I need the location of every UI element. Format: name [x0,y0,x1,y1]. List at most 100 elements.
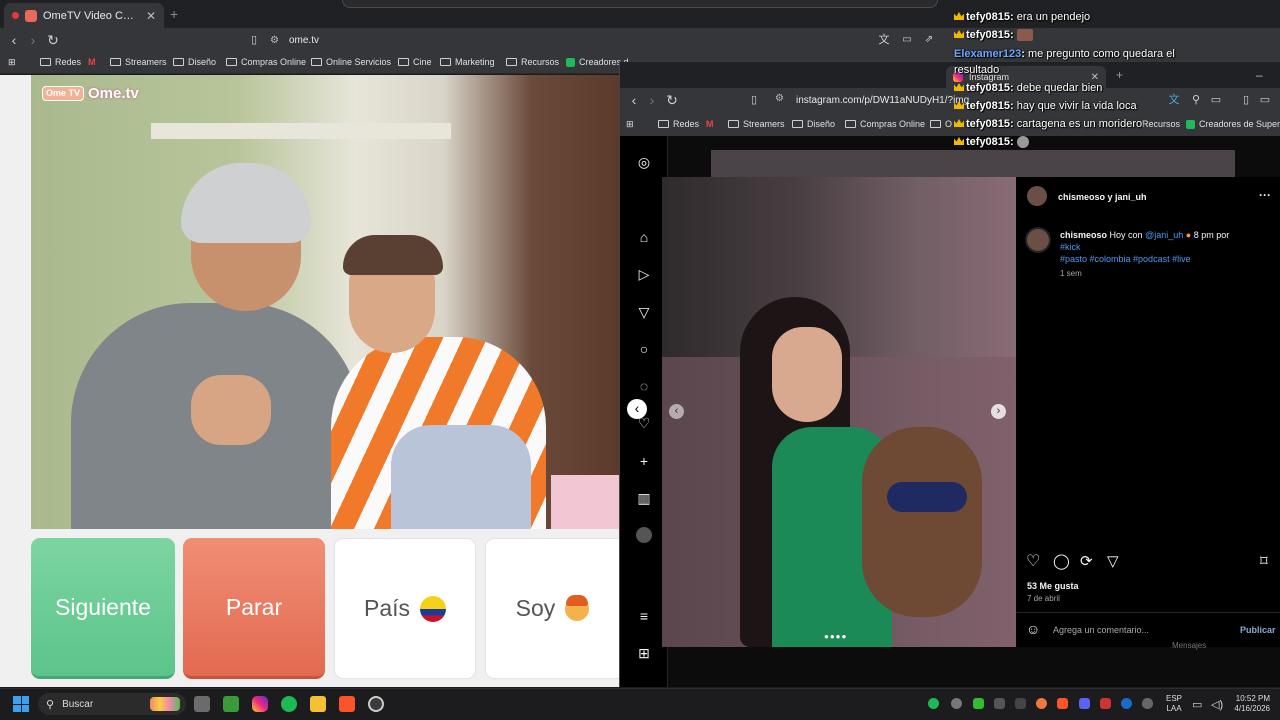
extensions-icon-2[interactable]: ⚲ [1188,92,1204,108]
translate-icon-2[interactable]: 文 [1166,92,1182,108]
country-button[interactable]: País [334,538,476,679]
bookmark-icon[interactable]: ▯ [246,32,262,48]
comment-input[interactable]: Agrega un comentario... [1053,625,1149,635]
instagram-logo-icon[interactable]: ◎ [636,154,652,170]
share-icon[interactable]: ▽ [1107,552,1119,570]
dashboard-icon[interactable]: ▥ [636,490,652,506]
cast-icon-2[interactable]: ▭ [1208,92,1224,108]
back-icon-2[interactable]: ‹ [626,92,642,108]
forward-icon[interactable]: › [25,32,41,48]
site-info-icon-2[interactable]: ⚙ [775,93,784,104]
search-icon[interactable]: ○ [636,341,652,357]
reels-icon[interactable]: ▷ [636,266,652,282]
sidebar-icon-2[interactable]: ▯ [1238,92,1254,108]
bookmark-streamers[interactable]: Streamers [110,57,167,67]
tray-app-icon-3[interactable] [1036,698,1047,709]
messages-button[interactable]: Mensajes [1172,641,1206,650]
tray-app-icon[interactable] [994,698,1005,709]
reload-icon-2[interactable]: ↻ [664,92,680,108]
bookmark-creadores-2[interactable]: Creadores de Super... [1186,119,1280,129]
bookmark-o-2[interactable]: O [930,119,952,129]
caption-avatar[interactable] [1025,227,1051,253]
prev-image-button[interactable]: ‹ [669,404,684,419]
reload-icon[interactable]: ↻ [45,32,61,48]
tray-nvidia-icon[interactable] [973,698,984,709]
taskbar-search[interactable]: ⚲ Buscar [38,693,186,715]
menu-icon[interactable]: ≡ [636,608,652,624]
bookmark-icon-2[interactable]: ▯ [746,92,762,108]
cast-icon[interactable]: ▭ [899,32,915,48]
minecraft-icon[interactable] [223,696,239,712]
tray-edge-icon[interactable] [1121,698,1132,709]
tab-ometv[interactable]: OmeTV Video Chat — Omeg ✕ [4,3,164,28]
bookmark-marketing[interactable]: Marketing [440,57,495,67]
share-icon[interactable]: ⇗ [921,32,937,48]
apps-grid-icon[interactable]: ⊞ [8,57,16,68]
site-info-icon[interactable]: ⚙ [270,35,279,46]
clock[interactable]: 10:52 PM 4/16/2026 [1226,694,1270,714]
apps-grid-icon-2[interactable]: ⊞ [626,119,634,130]
prev-post-button[interactable]: ‹ [627,399,647,419]
tray-app-icon-4[interactable] [1100,698,1111,709]
header-username[interactable]: chismeoso y jani_uh [1058,191,1147,203]
create-icon[interactable]: + [636,453,652,469]
comment-icon[interactable]: ◯ [1053,552,1070,570]
bookmark-recursos-2[interactable]: Recursos [1142,119,1180,129]
address-bar[interactable]: ⚙ ome.tv [270,31,319,50]
tray-mic-icon[interactable] [1142,698,1153,709]
tray-brave-icon[interactable] [1057,698,1068,709]
forward-icon-2[interactable]: › [644,92,660,108]
emoji-picker-icon[interactable]: ☺ [1026,621,1040,637]
bookmark-diseno-2[interactable]: Diseño [792,119,835,129]
wallet-icon-2[interactable]: ▭ [1257,92,1273,108]
bookmark-cine[interactable]: Cine [398,57,432,67]
home-icon[interactable]: ⌂ [636,229,652,245]
save-icon[interactable]: ⌑ [1260,552,1268,570]
caption-username[interactable]: chismeoso [1060,230,1107,240]
direct-icon[interactable]: ▽ [636,304,652,320]
network-icon[interactable]: ▭ [1192,698,1202,711]
new-tab-button-2[interactable]: + [1116,68,1123,82]
stop-button[interactable]: Parar [183,538,325,679]
bookmark-recursos[interactable]: Recursos [506,57,559,67]
bookmark-online-servicios[interactable]: Online Servicios [311,57,391,67]
like-icon[interactable]: ♡ [1026,551,1040,571]
obs-icon[interactable] [368,696,384,712]
bookmark-gmail-2[interactable]: M [706,119,714,129]
minimize-icon[interactable]: – [1256,68,1263,82]
volume-icon[interactable]: ◁) [1211,698,1223,711]
tray-obs-icon[interactable] [951,698,962,709]
tray-discord-icon[interactable] [1079,698,1090,709]
bookmark-compras-2[interactable]: Compras Online [845,119,925,129]
bookmark-redes-2[interactable]: Redes [658,119,699,129]
language-indicator[interactable]: ESP LAA [1166,694,1182,714]
tray-app-icon-2[interactable] [1015,698,1026,709]
tab-close-icon-2[interactable]: ✕ [1091,72,1099,83]
repost-icon[interactable]: ⟳ [1080,552,1093,570]
url-text-2[interactable]: instagram.com/p/DW11aNUDyH1/?img [796,95,969,106]
caption-tags-1[interactable]: #kick [1060,242,1081,252]
brave-icon[interactable] [339,696,355,712]
more-apps-icon[interactable]: ⊞ [636,645,652,661]
file-explorer-icon[interactable] [310,696,326,712]
bookmark-diseno[interactable]: Diseño [173,57,216,67]
next-image-button[interactable]: › [991,404,1006,419]
spotify-icon[interactable] [281,696,297,712]
bookmark-compras[interactable]: Compras Online [226,57,306,67]
next-button[interactable]: Siguiente [31,538,175,679]
publish-button[interactable]: Publicar [1240,625,1276,635]
tab-close-icon[interactable]: ✕ [146,9,156,23]
task-view-icon[interactable] [194,696,210,712]
bookmark-gmail[interactable]: M [88,57,96,67]
caption-mention[interactable]: @jani_uh [1145,230,1183,240]
bookmark-redes[interactable]: Redes [40,57,81,67]
profile-avatar[interactable] [636,527,652,543]
back-icon[interactable]: ‹ [6,32,22,48]
gender-button[interactable]: Soy [485,538,620,679]
translate-icon[interactable]: 文 [876,32,892,48]
caption-tags-2[interactable]: #pasto #colombia #podcast #live [1060,254,1191,264]
windows-start-icon[interactable] [13,696,29,712]
explore-icon[interactable]: ◌ [636,378,652,394]
likes-count[interactable]: 53 Me gusta [1027,580,1079,592]
bookmark-streamers-2[interactable]: Streamers [728,119,785,129]
